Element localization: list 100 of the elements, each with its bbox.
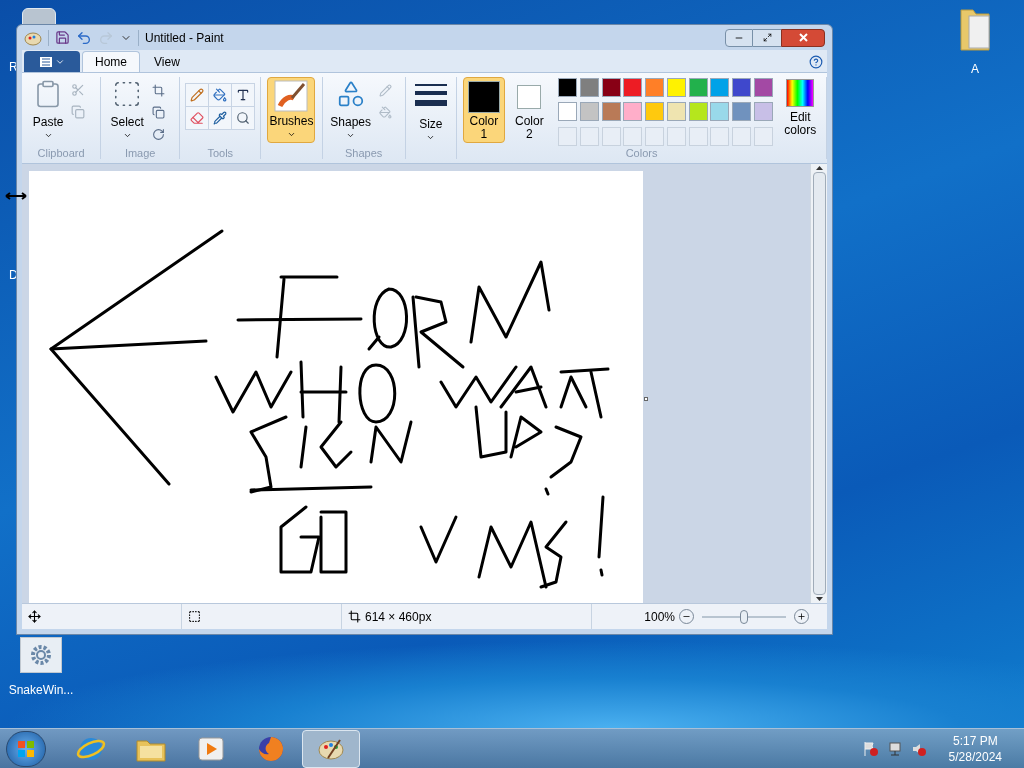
- palette-swatch[interactable]: [645, 78, 665, 97]
- palette-swatch[interactable]: [558, 102, 578, 122]
- plus-icon: [797, 612, 806, 621]
- color-spectrum-icon: [786, 79, 815, 107]
- palette-swatch[interactable]: [753, 102, 773, 122]
- desktop-icon-label[interactable]: SnakeWin...: [8, 681, 74, 699]
- caret-icon: [122, 131, 132, 140]
- cursor-position-icon: [28, 610, 41, 623]
- edit-colors-button[interactable]: Edit colors: [780, 77, 820, 148]
- scrollbar-thumb[interactable]: [812, 172, 826, 595]
- brush-icon: [274, 80, 309, 112]
- scroll-up-arrow-icon[interactable]: [815, 166, 823, 170]
- empty-color-slot[interactable]: [623, 126, 643, 146]
- save-icon[interactable]: [55, 30, 70, 45]
- line-width-icon: [413, 81, 448, 109]
- empty-color-slot[interactable]: [601, 126, 621, 146]
- palette-swatch[interactable]: [558, 78, 578, 97]
- start-button[interactable]: [6, 730, 46, 767]
- maximize-button[interactable]: [753, 28, 781, 47]
- program-gear-icon[interactable]: [20, 637, 62, 673]
- color-2-button[interactable]: Color 2: [508, 77, 551, 143]
- cut-icon: [71, 83, 86, 97]
- zoom-percentage: 100%: [644, 608, 675, 626]
- group-label: Clipboard: [37, 148, 85, 159]
- select-button[interactable]: Select: [110, 79, 144, 148]
- group-label: Tools: [207, 148, 234, 159]
- size-button[interactable]: Size: [413, 77, 448, 142]
- palette-swatch[interactable]: [623, 102, 643, 122]
- text-tool-icon[interactable]: [232, 84, 255, 106]
- gear-icon: [29, 643, 53, 667]
- selection-size-icon: [188, 610, 201, 623]
- pencil-icon[interactable]: [186, 84, 209, 106]
- palette-swatch[interactable]: [666, 78, 686, 97]
- eraser-icon[interactable]: [186, 107, 209, 129]
- document-icon: [39, 56, 52, 67]
- palette-swatch[interactable]: [688, 78, 708, 97]
- brushes-button[interactable]: Brushes: [267, 77, 316, 143]
- empty-color-slot[interactable]: [710, 126, 730, 146]
- empty-color-slot[interactable]: [753, 126, 773, 146]
- shapes-button[interactable]: Shapes: [330, 79, 371, 148]
- caret-icon: [426, 133, 436, 142]
- flag-warning-icon[interactable]: [862, 740, 879, 757]
- palette-swatch[interactable]: [645, 102, 665, 122]
- desktop-icon-label[interactable]: A: [971, 60, 979, 78]
- canvas-size-text: 614 × 460px: [365, 608, 432, 626]
- group-label: Colors: [625, 148, 658, 159]
- minimize-button[interactable]: [725, 28, 753, 47]
- palette-swatch[interactable]: [579, 78, 599, 97]
- palette-swatch[interactable]: [688, 102, 708, 122]
- empty-color-slot[interactable]: [688, 126, 708, 146]
- caret-icon: [43, 131, 53, 140]
- caret-icon: [286, 130, 296, 139]
- windows-logo-icon: [17, 739, 35, 758]
- palette-swatch[interactable]: [623, 78, 643, 97]
- fill-bucket-icon[interactable]: [209, 84, 232, 106]
- caret-icon: [346, 131, 356, 140]
- canvas-size-icon: [348, 610, 361, 623]
- media-player-icon: [197, 734, 225, 763]
- group-label: Image: [124, 148, 156, 159]
- crop-icon: [152, 83, 166, 97]
- ribbon-tab[interactable]: View: [142, 51, 192, 72]
- taskbar-button[interactable]: [302, 729, 360, 768]
- color-1-button[interactable]: Color 1: [463, 77, 505, 143]
- color-picker-icon[interactable]: [209, 107, 232, 129]
- outline-icon: [379, 83, 393, 97]
- rotate-icon: [152, 127, 166, 141]
- clock-date[interactable]: 5/28/2024: [948, 748, 1002, 765]
- palette-swatch[interactable]: [601, 102, 621, 122]
- zoom-slider[interactable]: [702, 608, 786, 625]
- vertical-scrollbar[interactable]: [810, 164, 827, 603]
- palette-swatch[interactable]: [579, 102, 599, 122]
- palette-swatch[interactable]: [732, 102, 751, 122]
- network-warning-icon[interactable]: [886, 740, 903, 757]
- palette-swatch[interactable]: [666, 102, 686, 122]
- window-title: Untitled - Paint: [145, 29, 224, 47]
- palette-swatch[interactable]: [732, 78, 751, 97]
- help-icon[interactable]: [809, 55, 823, 69]
- maximize-icon: [762, 33, 772, 42]
- resize-icon: [152, 105, 166, 119]
- ribbon-tab[interactable]: Home: [82, 51, 140, 72]
- magnifier-icon[interactable]: [232, 107, 255, 129]
- resize-handle[interactable]: [644, 397, 648, 401]
- close-icon: [798, 33, 808, 42]
- palette-swatch[interactable]: [753, 78, 773, 97]
- resize-cursor-icon: [5, 191, 27, 201]
- palette-swatch[interactable]: [601, 78, 621, 97]
- copy-icon: [71, 105, 86, 119]
- paint-app-icon[interactable]: [24, 29, 42, 46]
- close-button[interactable]: [781, 28, 825, 47]
- undo-icon[interactable]: [76, 29, 92, 46]
- folder-icon: [957, 6, 993, 54]
- fill-icon: [379, 105, 393, 119]
- palette-swatch[interactable]: [710, 102, 730, 122]
- paste-button[interactable]: Paste: [32, 79, 64, 148]
- group-label: Shapes: [345, 148, 383, 159]
- scroll-down-arrow-icon[interactable]: [815, 597, 823, 601]
- empty-color-slot[interactable]: [732, 126, 751, 146]
- app-menu-button[interactable]: [24, 51, 80, 72]
- zoom-slider-thumb[interactable]: [740, 609, 748, 624]
- palette-swatch[interactable]: [710, 78, 730, 97]
